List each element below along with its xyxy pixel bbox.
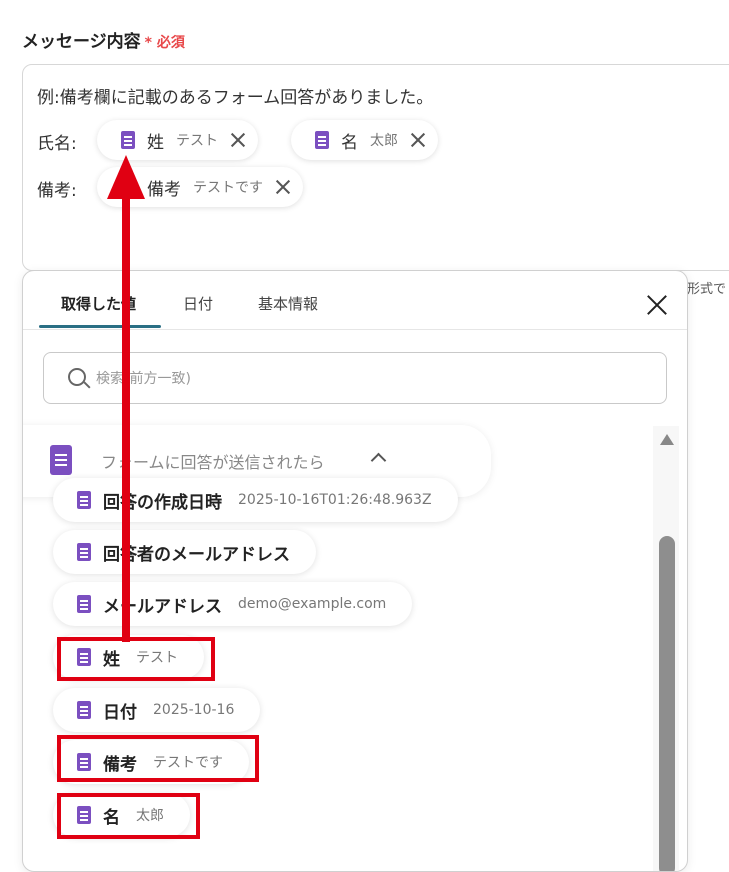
- required-asterisk: *: [144, 35, 152, 51]
- side-hint-text: 形式で: [687, 282, 727, 297]
- chip-remove-icon[interactable]: [275, 179, 291, 195]
- variable-chip-note[interactable]: 備考 テストです: [97, 167, 303, 207]
- field-label-text: メッセージ内容: [22, 32, 141, 52]
- field-label: メッセージ内容 * 必須: [22, 27, 185, 52]
- form-doc-icon: [77, 491, 91, 509]
- search-input[interactable]: [94, 365, 638, 393]
- chip-name: 名: [341, 132, 358, 153]
- item-value: テスト: [136, 650, 178, 666]
- form-doc-icon: [77, 753, 91, 771]
- item-value: 2025-10-16T01:26:48.963Z: [238, 492, 432, 508]
- item-name: 日付: [103, 702, 137, 723]
- form-doc-icon: [77, 806, 91, 824]
- item-name: メールアドレス: [103, 596, 222, 617]
- form-doc-icon: [121, 178, 135, 196]
- variable-picker-panel: 取得した値 日付 基本情報 フォームに回答が送信されたら 回答の作成日時 202…: [22, 270, 688, 872]
- chip-value: 太郎: [370, 133, 398, 149]
- message-editor[interactable]: 例:備考欄に記載のあるフォーム回答がありました。 氏名: 備考: 姓 テスト 名…: [22, 64, 729, 271]
- chip-value: テストです: [193, 180, 263, 196]
- form-doc-icon: [77, 648, 91, 666]
- scrollbar-thumb[interactable]: [659, 536, 675, 871]
- item-value: 太郎: [136, 808, 164, 824]
- scrollbar[interactable]: [653, 426, 679, 871]
- scroll-up-arrow-icon[interactable]: [660, 434, 674, 445]
- form-doc-icon: [121, 131, 135, 149]
- item-name: 回答の作成日時: [103, 492, 222, 513]
- tab-acquired-values[interactable]: 取得した値: [61, 293, 136, 314]
- form-doc-icon: [50, 445, 72, 475]
- close-icon[interactable]: [645, 293, 669, 317]
- item-value: テストです: [153, 755, 223, 771]
- search-box: [43, 352, 667, 404]
- list-item[interactable]: 備考 テストです: [53, 740, 249, 784]
- item-value: 2025-10-16: [153, 702, 235, 718]
- chip-name: 姓: [147, 132, 164, 153]
- tab-date[interactable]: 日付: [183, 293, 213, 314]
- list-item[interactable]: 回答者のメールアドレス: [53, 530, 316, 574]
- variable-chip-first-name[interactable]: 名 太郎: [291, 120, 438, 160]
- variable-chip-last-name[interactable]: 姓 テスト: [97, 120, 258, 160]
- form-doc-icon: [77, 701, 91, 719]
- tab-basic-info[interactable]: 基本情報: [258, 293, 318, 314]
- chip-name: 備考: [147, 179, 181, 200]
- note-line-label: 備考:: [37, 181, 77, 201]
- required-text: 必須: [156, 35, 185, 51]
- list-item[interactable]: 日付 2025-10-16: [53, 688, 261, 732]
- name-line-label: 氏名:: [37, 134, 77, 154]
- list-item[interactable]: 回答の作成日時 2025-10-16T01:26:48.963Z: [53, 478, 458, 522]
- item-name: 備考: [103, 754, 137, 775]
- list-item[interactable]: 名 太郎: [53, 793, 190, 837]
- chip-remove-icon[interactable]: [410, 132, 426, 148]
- chevron-up-icon[interactable]: [370, 452, 387, 469]
- chip-remove-icon[interactable]: [230, 132, 246, 148]
- item-name: 姓: [103, 649, 120, 670]
- form-doc-icon: [315, 131, 329, 149]
- active-tab-indicator: [39, 325, 161, 328]
- tab-bar: 取得した値 日付 基本情報: [23, 271, 687, 330]
- form-doc-icon: [77, 543, 91, 561]
- chip-value: テスト: [176, 133, 218, 149]
- required-indicator: * 必須: [145, 35, 185, 51]
- item-name: 名: [103, 807, 120, 828]
- list-item[interactable]: メールアドレス demo@example.com: [53, 582, 413, 626]
- group-title: フォームに回答が送信されたら: [101, 453, 325, 472]
- list-item[interactable]: 姓 テスト: [53, 635, 204, 679]
- form-doc-icon: [77, 595, 91, 613]
- item-value: demo@example.com: [238, 596, 387, 612]
- search-icon: [68, 368, 86, 386]
- message-first-line: 例:備考欄に記載のあるフォーム回答がありました。: [37, 88, 434, 108]
- item-name: 回答者のメールアドレス: [103, 544, 290, 565]
